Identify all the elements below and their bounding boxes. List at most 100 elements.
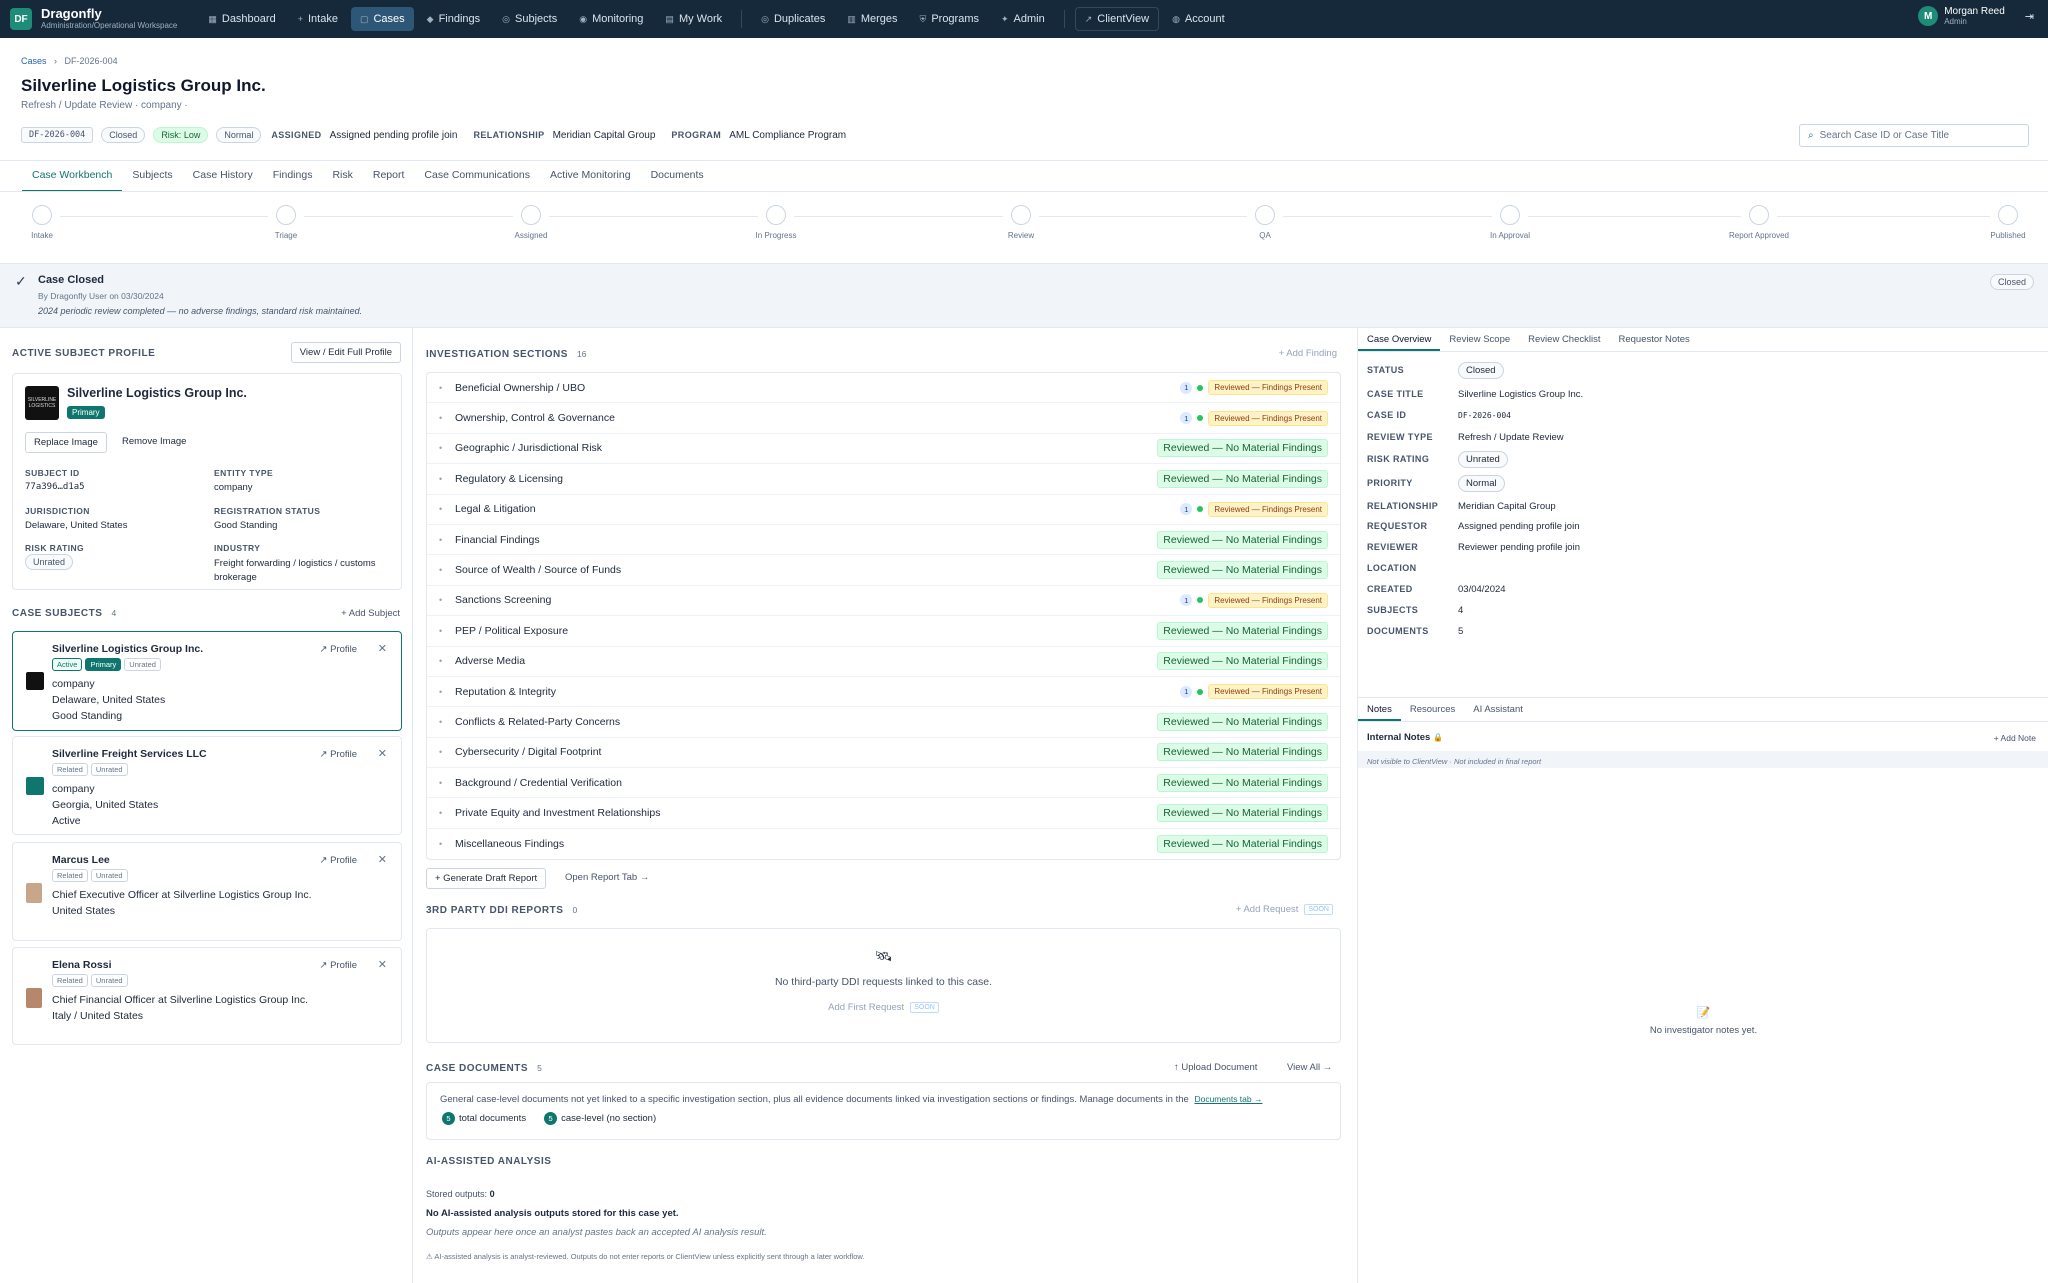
subject-detail-line: Good Standing — [52, 710, 123, 722]
avatar[interactable]: M — [1918, 6, 1939, 26]
badge-related: Related — [52, 974, 88, 987]
subject-card[interactable]: Silverline Freight Services LLC Related Un… — [12, 736, 402, 835]
nav-dashboard[interactable]: ▦ Dashboard — [199, 7, 284, 31]
subject-card[interactable]: Silverline Logistics Group Inc. Active Pri… — [12, 631, 402, 731]
badge-unrated: Unrated — [90, 763, 128, 776]
section-row[interactable]: • Adverse Media Reviewed — No Material Fin… — [427, 647, 1340, 677]
tab-case-overview[interactable]: Case Overview — [1358, 328, 1441, 351]
breadcrumb-cases-link[interactable]: Cases — [21, 56, 47, 66]
section-row[interactable]: • Legal & Litigation 1 Reviewed — Findings … — [427, 495, 1340, 525]
add-finding-button[interactable]: + Add Finding — [1279, 348, 1337, 359]
profile-button[interactable]: ↗ Profile — [319, 855, 357, 866]
tab-documents[interactable]: Documents — [641, 166, 714, 192]
add-note-button[interactable]: + Add Note — [1994, 733, 2036, 743]
stage-label: In Progress — [755, 231, 797, 240]
open-report-tab-link[interactable]: Open Report Tab → — [565, 872, 649, 883]
generate-draft-report-button[interactable]: + Generate Draft Report — [426, 868, 547, 889]
tab-requestor-notes[interactable]: Requestor Notes — [1609, 328, 1698, 351]
overview-value: Refresh / Update Review — [1458, 431, 1564, 443]
section-row[interactable]: • Cybersecurity / Digital Footprint Review… — [427, 738, 1340, 769]
section-row[interactable]: • Conflicts & Related-Party Concerns Revie… — [427, 707, 1340, 738]
overview-row-subjects: SUBJECTS 4 — [1367, 603, 1867, 617]
profile-button[interactable]: ↗ Profile — [319, 749, 357, 760]
app-name: Dragonfly — [41, 6, 102, 22]
nav-findings[interactable]: ◆ Findings — [418, 7, 490, 31]
replace-image-button[interactable]: Replace Image — [25, 432, 107, 453]
section-row[interactable]: • Beneficial Ownership / UBO 1 Reviewed — F… — [427, 373, 1340, 404]
tab-ai-assistant[interactable]: AI Assistant — [1464, 698, 1532, 721]
nav-clientview[interactable]: ↗ ClientView — [1074, 7, 1160, 31]
section-row[interactable]: • Regulatory & Licensing Reviewed — No Mat… — [427, 464, 1340, 495]
section-status-badge: Reviewed — No Material Findings — [1157, 743, 1328, 762]
overview-key: PRIORITY — [1367, 478, 1413, 488]
documents-tab-link[interactable]: Documents tab → — [1194, 1094, 1262, 1104]
profile-button[interactable]: ↗ Profile — [319, 644, 357, 655]
bullet-icon: • — [439, 534, 443, 545]
section-row[interactable]: • Private Equity and Investment Relations… — [427, 798, 1340, 829]
tab-resources[interactable]: Resources — [1401, 698, 1464, 721]
section-name: Beneficial Ownership / UBO — [455, 381, 586, 394]
nav-duplicates[interactable]: ◎ Duplicates — [752, 7, 834, 31]
tab-subjects[interactable]: Subjects — [122, 166, 182, 192]
user-menu[interactable]: M Morgan Reed Admin ⇥ — [1918, 6, 2034, 26]
nav-intake[interactable]: + Intake — [289, 7, 347, 31]
tab-notes[interactable]: Notes — [1358, 698, 1401, 721]
nav-merges[interactable]: ▥ Merges — [838, 7, 906, 31]
tab-report[interactable]: Report — [363, 166, 415, 192]
field-label: SUBJECT ID — [25, 468, 80, 478]
app-logo[interactable]: DF — [10, 8, 32, 30]
subject-card[interactable]: Elena Rossi Related Unrated Chief Financial… — [12, 947, 402, 1045]
remove-image-button[interactable]: Remove Image — [114, 432, 195, 451]
nav-subjects[interactable]: ◎ Subjects — [493, 7, 566, 31]
tab-case-workbench[interactable]: Case Workbench — [22, 166, 123, 192]
section-row[interactable]: • Miscellaneous Findings Reviewed — No Mat… — [427, 829, 1340, 859]
tab-active-monitoring[interactable]: Active Monitoring — [540, 166, 641, 192]
notes-empty: 📝 No investigator notes yet. — [1358, 1006, 2048, 1036]
tab-review-scope[interactable]: Review Scope — [1440, 328, 1519, 351]
nav-programs[interactable]: ⛨ Programs — [911, 7, 988, 31]
tab-findings[interactable]: Findings — [263, 166, 323, 192]
subject-card[interactable]: Marcus Lee Related Unrated Chief Executive … — [12, 842, 402, 941]
add-subject-button[interactable]: + Add Subject — [341, 608, 400, 619]
add-request-button[interactable]: + Add Request — [1236, 904, 1299, 915]
tab-risk[interactable]: Risk — [322, 166, 362, 192]
section-row[interactable]: • Ownership, Control & Governance 1 Reviewe… — [427, 403, 1340, 434]
section-row[interactable]: • Financial Findings Reviewed — No Materia… — [427, 525, 1340, 556]
nav-my-work[interactable]: ▤ My Work — [656, 7, 731, 31]
section-row[interactable]: • Background / Credential Verification Rev… — [427, 768, 1340, 799]
remove-subject-icon[interactable]: ✕ — [378, 747, 387, 760]
section-name: Legal & Litigation — [455, 503, 536, 516]
section-row[interactable]: • PEP / Political Exposure Reviewed — No M… — [427, 616, 1340, 647]
nav-admin[interactable]: ✦ Admin — [992, 7, 1054, 31]
overview-value: 03/04/2024 — [1458, 583, 1506, 595]
logout-icon[interactable]: ⇥ — [2025, 10, 2034, 23]
tab-review-checklist[interactable]: Review Checklist — [1519, 328, 1609, 351]
profile-button[interactable]: ↗ Profile — [319, 960, 357, 971]
section-row[interactable]: • Reputation & Integrity 1 Reviewed — Findi… — [427, 677, 1340, 708]
notes-tabs: Notes Resources AI Assistant — [1358, 698, 2048, 722]
section-row[interactable]: • Sanctions Screening 1 Reviewed — Findings… — [427, 586, 1340, 617]
search-input[interactable]: ⌕ Search Case ID or Case Title — [1799, 124, 2029, 147]
badge-active: Active — [52, 658, 83, 671]
nav-account[interactable]: ◍ Account — [1163, 7, 1234, 31]
ai-hint: Outputs appear here once an analyst past… — [426, 1227, 767, 1238]
ai-stored-label: Stored outputs: — [426, 1189, 488, 1199]
overview-row-status: STATUS Closed — [1367, 361, 1867, 379]
case-subjects-heading: CASE SUBJECTS 4 — [12, 607, 116, 619]
nav-monitoring[interactable]: ◉ Monitoring — [570, 7, 652, 31]
section-row[interactable]: • Geographic / Jurisdictional Risk Reviewe… — [427, 434, 1340, 465]
section-row[interactable]: • Source of Wealth / Source of Funds Revie… — [427, 555, 1340, 586]
remove-subject-icon[interactable]: ✕ — [378, 853, 387, 866]
add-first-request-button[interactable]: Add First Request — [828, 1002, 904, 1013]
remove-subject-icon[interactable]: ✕ — [378, 642, 387, 655]
remove-subject-icon[interactable]: ✕ — [378, 958, 387, 971]
upload-document-button[interactable]: ↑ Upload Document — [1174, 1062, 1257, 1073]
bullet-icon: • — [439, 595, 443, 606]
section-name: Ownership, Control & Governance — [455, 412, 615, 425]
view-all-documents-link[interactable]: View All → — [1287, 1062, 1332, 1073]
field-value: Delaware, United States — [25, 520, 128, 531]
nav-cases[interactable]: ▢ Cases — [350, 7, 414, 31]
view-edit-profile-button[interactable]: View / Edit Full Profile — [290, 342, 401, 363]
tab-case-communications[interactable]: Case Communications — [414, 166, 540, 192]
tab-case-history[interactable]: Case History — [183, 166, 263, 192]
